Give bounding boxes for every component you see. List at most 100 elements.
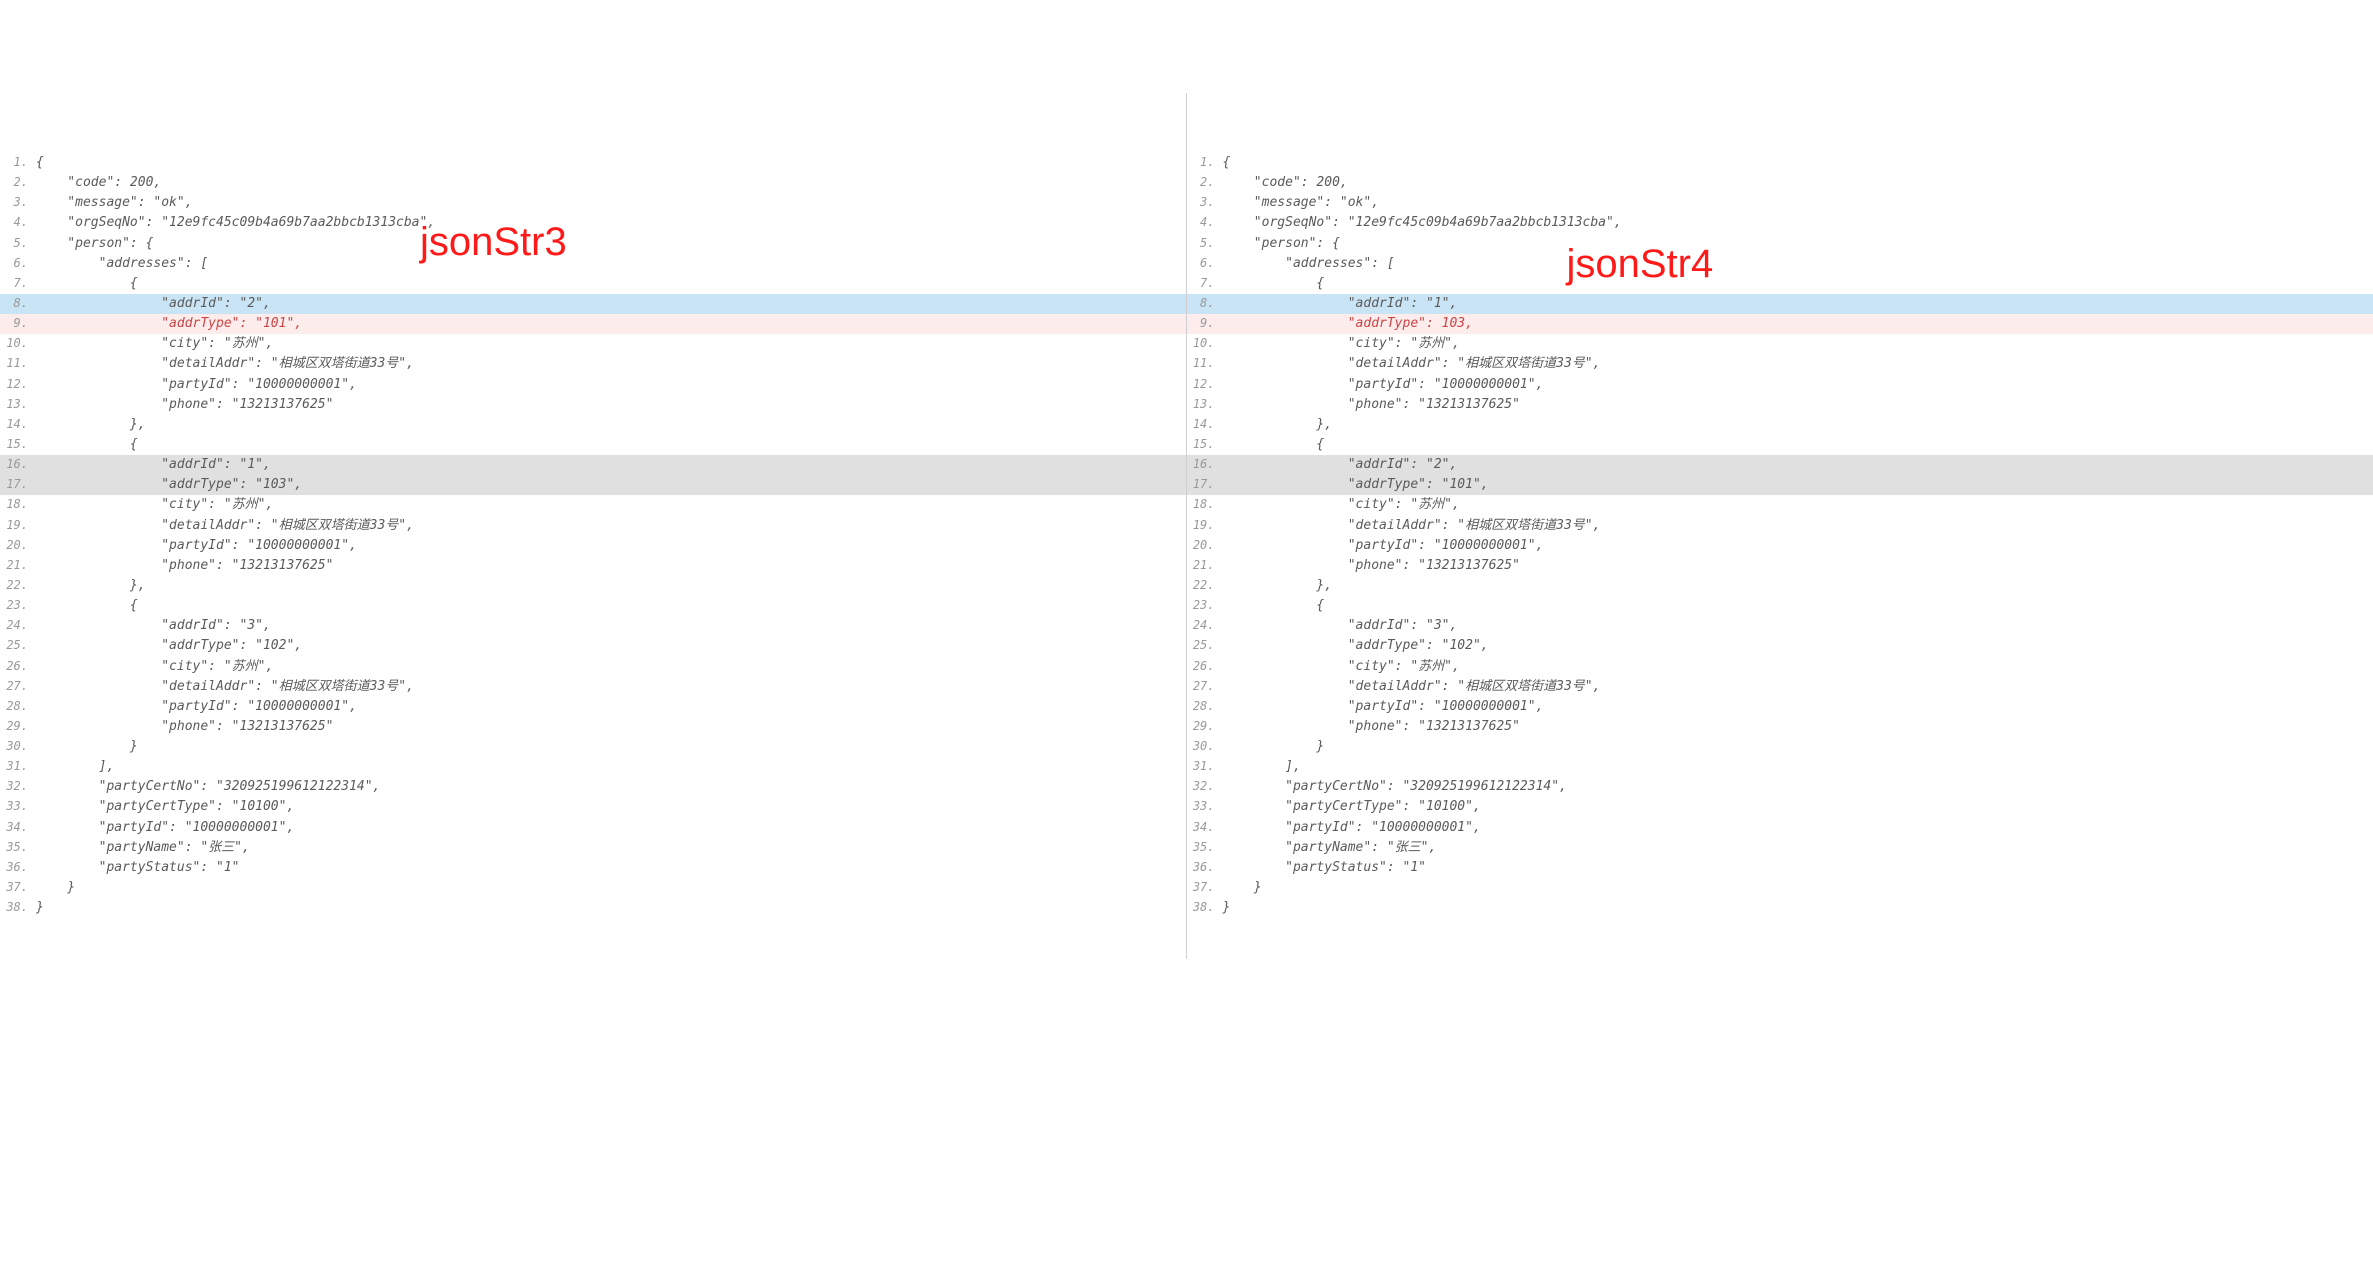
code-line[interactable]: 1.{ [1187,153,2373,173]
right-code-block[interactable]: 1.{2. "code": 200,3. "message": "ok",4. … [1187,153,2373,918]
code-line[interactable]: 18. "city": "苏州", [0,495,1186,515]
code-line[interactable]: 2. "code": 200, [1187,173,2373,193]
code-line[interactable]: 21. "phone": "13213137625" [0,556,1186,576]
code-line[interactable]: 34. "partyId": "10000000001", [0,818,1186,838]
code-line[interactable]: 1.{ [0,153,1186,173]
code-line[interactable]: 27. "detailAddr": "相城区双塔街道33号", [0,677,1186,697]
line-number: 17. [0,475,36,494]
line-number: 36. [1187,858,1223,877]
line-text: } [1223,878,2373,898]
line-text: "city": "苏州", [1223,334,2373,354]
code-line[interactable]: 13. "phone": "13213137625" [0,395,1186,415]
code-line[interactable]: 26. "city": "苏州", [0,657,1186,677]
code-line[interactable]: 13. "phone": "13213137625" [1187,395,2373,415]
line-number: 33. [1187,797,1223,816]
code-line[interactable]: 35. "partyName": "张三", [0,838,1186,858]
code-line[interactable]: 25. "addrType": "102", [1187,636,2373,656]
line-number: 14. [1187,415,1223,434]
code-line[interactable]: 29. "phone": "13213137625" [0,717,1186,737]
code-line[interactable]: 14. }, [0,415,1186,435]
code-line[interactable]: 28. "partyId": "10000000001", [1187,697,2373,717]
code-line[interactable]: 21. "phone": "13213137625" [1187,556,2373,576]
code-line[interactable]: 15. { [1187,435,2373,455]
code-line[interactable]: 10. "city": "苏州", [0,334,1186,354]
line-text: "city": "苏州", [36,334,1186,354]
code-line[interactable]: 32. "partyCertNo": "320925199612122314", [1187,777,2373,797]
line-text: "partyStatus": "1" [1223,858,2373,878]
code-line[interactable]: 37. } [0,878,1186,898]
code-line[interactable]: 5. "person": { [0,234,1186,254]
line-number: 3. [1187,193,1223,212]
code-line[interactable]: 33. "partyCertType": "10100", [1187,797,2373,817]
code-line[interactable]: 20. "partyId": "10000000001", [1187,536,2373,556]
line-number: 29. [0,717,36,736]
code-line[interactable]: 3. "message": "ok", [0,193,1186,213]
line-number: 18. [0,495,36,514]
code-line[interactable]: 2. "code": 200, [0,173,1186,193]
line-text: "addrId": "3", [1223,616,2373,636]
line-number: 26. [1187,657,1223,676]
code-line[interactable]: 34. "partyId": "10000000001", [1187,818,2373,838]
code-line[interactable]: 31. ], [1187,757,2373,777]
code-line[interactable]: 22. }, [0,576,1186,596]
code-line[interactable]: 18. "city": "苏州", [1187,495,2373,515]
line-text: "city": "苏州", [1223,495,2373,515]
code-line[interactable]: 8. "addrId": "2", [0,294,1186,314]
code-line[interactable]: 3. "message": "ok", [1187,193,2373,213]
left-code-block[interactable]: 1.{2. "code": 200,3. "message": "ok",4. … [0,153,1186,918]
code-line[interactable]: 4. "orgSeqNo": "12e9fc45c09b4a69b7aa2bbc… [1187,213,2373,233]
code-line[interactable]: 16. "addrId": "2", [1187,455,2373,475]
code-line[interactable]: 37. } [1187,878,2373,898]
code-line[interactable]: 11. "detailAddr": "相城区双塔街道33号", [0,354,1186,374]
code-line[interactable]: 7. { [1187,274,2373,294]
code-line[interactable]: 24. "addrId": "3", [1187,616,2373,636]
right-panel: jsonStr4 1.{2. "code": 200,3. "message":… [1187,93,2373,959]
code-line[interactable]: 6. "addresses": [ [1187,254,2373,274]
code-line[interactable]: 19. "detailAddr": "相城区双塔街道33号", [1187,516,2373,536]
code-line[interactable]: 36. "partyStatus": "1" [1187,858,2373,878]
code-line[interactable]: 30. } [0,737,1186,757]
code-line[interactable]: 11. "detailAddr": "相城区双塔街道33号", [1187,354,2373,374]
line-number: 35. [0,838,36,857]
code-line[interactable]: 14. }, [1187,415,2373,435]
code-line[interactable]: 12. "partyId": "10000000001", [1187,375,2373,395]
code-line[interactable]: 22. }, [1187,576,2373,596]
code-line[interactable]: 29. "phone": "13213137625" [1187,717,2373,737]
line-number: 26. [0,657,36,676]
code-line[interactable]: 4. "orgSeqNo": "12e9fc45c09b4a69b7aa2bbc… [0,213,1186,233]
code-line[interactable]: 31. ], [0,757,1186,777]
code-line[interactable]: 23. { [0,596,1186,616]
code-line[interactable]: 27. "detailAddr": "相城区双塔街道33号", [1187,677,2373,697]
code-line[interactable]: 23. { [1187,596,2373,616]
code-line[interactable]: 12. "partyId": "10000000001", [0,375,1186,395]
code-line[interactable]: 30. } [1187,737,2373,757]
code-line[interactable]: 38.} [1187,898,2373,918]
line-text: "addrType": "101", [1223,475,2373,495]
code-line[interactable]: 19. "detailAddr": "相城区双塔街道33号", [0,516,1186,536]
code-line[interactable]: 24. "addrId": "3", [0,616,1186,636]
line-number: 25. [0,636,36,655]
code-line[interactable]: 17. "addrType": "103", [0,475,1186,495]
code-line[interactable]: 15. { [0,435,1186,455]
code-line[interactable]: 7. { [0,274,1186,294]
code-line[interactable]: 17. "addrType": "101", [1187,475,2373,495]
code-line[interactable]: 36. "partyStatus": "1" [0,858,1186,878]
code-line[interactable]: 26. "city": "苏州", [1187,657,2373,677]
code-line[interactable]: 16. "addrId": "1", [0,455,1186,475]
code-line[interactable]: 10. "city": "苏州", [1187,334,2373,354]
code-line[interactable]: 6. "addresses": [ [0,254,1186,274]
code-line[interactable]: 32. "partyCertNo": "320925199612122314", [0,777,1186,797]
code-line[interactable]: 5. "person": { [1187,234,2373,254]
code-line[interactable]: 9. "addrType": "101", [0,314,1186,334]
line-number: 20. [0,536,36,555]
line-text: "message": "ok", [36,193,1186,213]
line-text: "city": "苏州", [36,495,1186,515]
code-line[interactable]: 9. "addrType": 103, [1187,314,2373,334]
code-line[interactable]: 38.} [0,898,1186,918]
code-line[interactable]: 8. "addrId": "1", [1187,294,2373,314]
code-line[interactable]: 20. "partyId": "10000000001", [0,536,1186,556]
code-line[interactable]: 33. "partyCertType": "10100", [0,797,1186,817]
code-line[interactable]: 28. "partyId": "10000000001", [0,697,1186,717]
code-line[interactable]: 25. "addrType": "102", [0,636,1186,656]
code-line[interactable]: 35. "partyName": "张三", [1187,838,2373,858]
